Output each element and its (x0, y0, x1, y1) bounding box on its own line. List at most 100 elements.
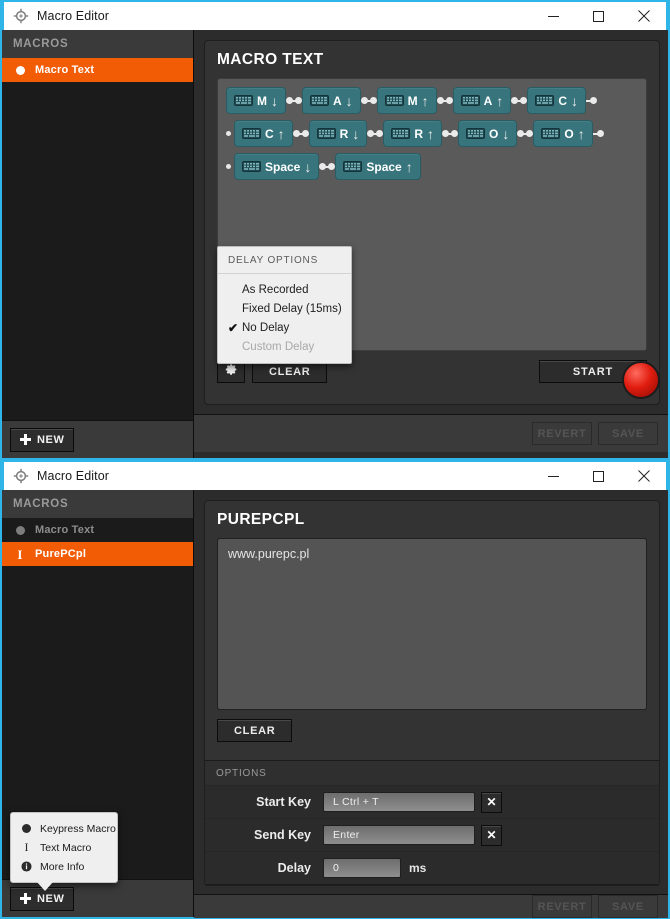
titlebar-1: Macro Editor (2, 0, 668, 30)
key-row: C ↑ R ↓ R ↑ O ↓ O ↑ (226, 120, 646, 147)
delay-options-title: DELAY OPTIONS (218, 247, 351, 274)
key-label: A (483, 93, 493, 108)
key-chip[interactable]: O ↑ (533, 120, 593, 147)
clear-send-key-button[interactable]: ✕ (481, 824, 502, 846)
key-connector (319, 163, 336, 170)
clear-start-key-button[interactable]: ✕ (481, 791, 502, 813)
new-popup-item-text-macro[interactable]: I Text Macro (11, 838, 117, 857)
record-button[interactable] (622, 361, 660, 399)
key-connector (360, 97, 377, 104)
start-key-field[interactable]: L Ctrl + T (323, 792, 475, 812)
macro-panel: MACRO TEXT M ↓ A ↓ M ↑ A ↑ C ↓ C ↑ R ↓ R… (204, 40, 660, 405)
key-chip[interactable]: Space ↑ (335, 153, 421, 180)
key-row: Space ↓ Space ↑ (226, 153, 646, 180)
key-chip[interactable]: R ↓ (308, 120, 368, 147)
window-body-1: MACROS Macro Text NEW MACRO TEXT M ↓ A ↓… (2, 30, 668, 458)
macro-text-input[interactable]: www.purepc.pl (217, 538, 647, 710)
keyboard-icon (384, 95, 404, 106)
clear-button-label: CLEAR (269, 365, 311, 378)
delay-option-label: Custom Delay (242, 340, 315, 353)
sidebar-footer-2: NEW (2, 879, 193, 917)
maximize-icon[interactable] (576, 462, 621, 490)
keypress-dot-icon (12, 65, 28, 75)
option-row-start-key: Start Key L Ctrl + T ✕ (205, 785, 659, 818)
key-chip[interactable]: M ↓ (226, 87, 286, 114)
delay-unit-label: ms (409, 861, 427, 875)
sidebar-header: MACROS (2, 30, 193, 58)
send-key-field[interactable]: Enter (323, 825, 475, 845)
new-button-label: NEW (37, 892, 65, 905)
delay-options-list: As Recorded Fixed Delay (15ms) ✔ No Dela… (218, 274, 351, 363)
key-chip[interactable]: C ↑ (234, 120, 293, 147)
key-chip[interactable]: R ↑ (383, 120, 443, 147)
keyboard-icon (460, 95, 480, 106)
key-connector (436, 97, 453, 104)
key-chip[interactable]: O ↓ (458, 120, 518, 147)
action-bar-2: REVERT SAVE (194, 894, 668, 918)
option-row-delay: Delay 0 ms (205, 851, 659, 884)
sidebar-item-label: Macro Text (35, 524, 95, 536)
sidebar-item-label: PurePCpl (35, 548, 87, 560)
new-popup-item-more-info[interactable]: More Info (11, 857, 117, 876)
new-macro-button[interactable]: NEW (10, 427, 75, 452)
minimize-icon[interactable] (531, 462, 576, 490)
sidebar-2: MACROS Macro Text I PurePCpl NEW Keypres… (2, 490, 194, 917)
new-popup-item-keypress-macro[interactable]: Keypress Macro (11, 819, 117, 838)
sidebar-item-label: Macro Text (35, 64, 95, 76)
key-connector-lead (226, 131, 231, 136)
text-ibeam-icon: I (17, 546, 23, 562)
minimize-icon[interactable] (531, 2, 576, 30)
page-title: MACRO TEXT (217, 51, 324, 68)
revert-button-label: REVERT (537, 427, 587, 440)
key-label: O (564, 126, 574, 141)
titlebar-2: Macro Editor (2, 460, 668, 490)
x-icon: ✕ (486, 795, 497, 809)
arrow-down-icon: ↓ (271, 92, 278, 109)
save-button: SAVE (598, 422, 658, 445)
option-label: Delay (277, 861, 311, 875)
x-icon: ✕ (486, 828, 497, 842)
close-icon[interactable] (621, 2, 666, 30)
key-chip[interactable]: A ↑ (452, 87, 512, 114)
option-label: Send Key (254, 828, 311, 842)
sidebar-footer-1: NEW (2, 420, 193, 458)
key-chip[interactable]: Space ↓ (234, 153, 320, 180)
revert-button-label: REVERT (537, 900, 587, 913)
text-ibeam-icon: I (24, 840, 29, 854)
delay-option-as-recorded[interactable]: As Recorded (218, 280, 351, 299)
arrow-down-icon: ↓ (502, 125, 510, 142)
key-row: M ↓ A ↓ M ↑ A ↑ C ↓ (226, 87, 646, 114)
option-row-send-key: Send Key Enter ✕ (205, 818, 659, 851)
key-chip[interactable]: C ↓ (527, 87, 587, 114)
keyboard-icon (234, 95, 253, 106)
key-label: Space (265, 159, 301, 174)
delay-field[interactable]: 0 (323, 858, 401, 878)
key-label: C (558, 93, 568, 108)
key-connector-tail (592, 130, 604, 137)
key-chip[interactable]: A ↓ (302, 87, 361, 114)
keyboard-icon (466, 128, 486, 139)
delay-option-fixed-delay[interactable]: Fixed Delay (15ms) (218, 299, 351, 318)
page-title: PUREPCPL (217, 511, 305, 528)
delay-option-label: No Delay (242, 321, 290, 334)
keyboard-icon (343, 161, 363, 172)
sidebar-item-macro-text[interactable]: Macro Text (2, 518, 193, 542)
key-connector (286, 97, 302, 104)
delay-option-no-delay[interactable]: ✔ No Delay (218, 318, 351, 337)
keyboard-icon (535, 95, 555, 106)
save-button-label: SAVE (612, 900, 644, 913)
start-button-label: START (572, 365, 614, 378)
close-icon[interactable] (621, 462, 666, 490)
arrow-down-icon: ↓ (304, 158, 312, 175)
arrow-up-icon: ↑ (421, 92, 429, 109)
sidebar-item-macro-text[interactable]: Macro Text (2, 58, 193, 82)
sidebar-1: MACROS Macro Text NEW (2, 30, 194, 458)
clear-button[interactable]: CLEAR (217, 719, 293, 742)
maximize-icon[interactable] (576, 2, 621, 30)
sidebar-item-purepcpl[interactable]: I PurePCpl (2, 542, 193, 566)
key-chip[interactable]: M ↑ (376, 87, 437, 114)
macro-editor-window-2: Macro Editor MACROS Macro Text I PurePCp… (0, 460, 670, 919)
gear-app-icon (13, 8, 29, 24)
info-icon (20, 861, 33, 872)
key-label: O (489, 126, 499, 141)
